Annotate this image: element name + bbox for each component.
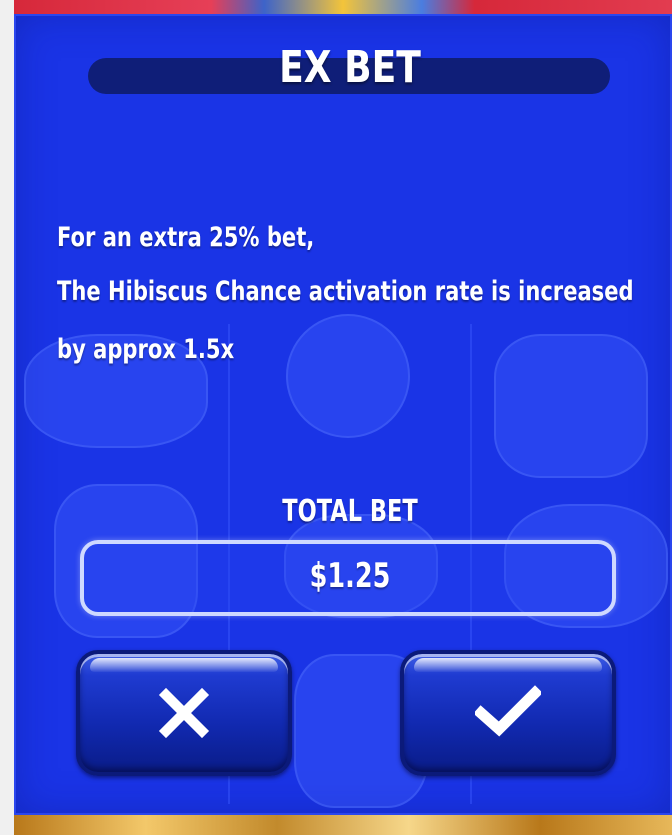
confirm-button[interactable] bbox=[400, 650, 616, 776]
description-line-1: For an extra 25% bet, bbox=[57, 222, 315, 253]
background-tiki-symbol bbox=[494, 334, 648, 478]
bottom-game-frame-strip bbox=[14, 815, 672, 835]
cancel-button[interactable] bbox=[76, 650, 292, 776]
total-bet-label: TOTAL BET bbox=[282, 494, 418, 529]
background-hibiscus-coin-symbol bbox=[286, 314, 410, 438]
checkmark-icon bbox=[475, 685, 541, 737]
description-line-2: The Hibiscus Chance activation rate is i… bbox=[57, 276, 634, 307]
close-x-icon bbox=[158, 687, 210, 739]
description-line-3: by approx 1.5x bbox=[57, 334, 235, 365]
dialog-title: EX BET bbox=[279, 42, 421, 93]
total-bet-value: $1.25 bbox=[309, 556, 391, 596]
